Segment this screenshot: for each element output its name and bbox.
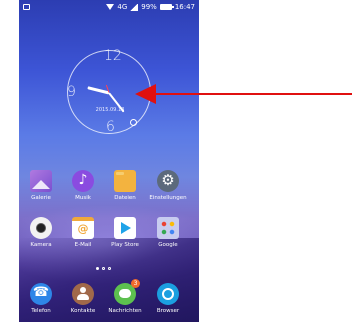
arrow-head [135,84,156,104]
annotation-arrow [135,84,352,104]
